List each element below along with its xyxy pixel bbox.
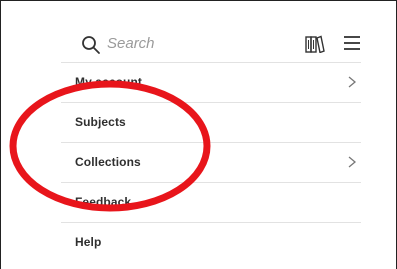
search-input[interactable]: Search [107,35,155,52]
menu-item-subjects[interactable]: Subjects [61,103,361,143]
menu-item-label: My account [75,75,143,89]
search-header: Search [61,27,361,61]
hamburger-menu-icon[interactable] [343,35,361,51]
menu-item-label: Help [75,235,102,249]
chevron-right-icon [348,76,357,88]
menu-item-feedback[interactable]: Feedback [61,183,361,223]
menu-item-label: Subjects [75,115,126,129]
menu-item-collections[interactable]: Collections [61,143,361,183]
menu-item-my-account[interactable]: My account [61,63,361,103]
search-icon[interactable] [81,35,101,55]
library-books-icon[interactable] [305,35,325,53]
menu-list: My account Subjects Collections Feedback… [61,63,361,263]
menu-item-label: Feedback [75,195,132,209]
app-frame: Search My account Subjects Collections F… [0,0,397,269]
menu-item-help[interactable]: Help [61,223,361,263]
chevron-right-icon [348,156,357,168]
menu-item-label: Collections [75,155,141,169]
